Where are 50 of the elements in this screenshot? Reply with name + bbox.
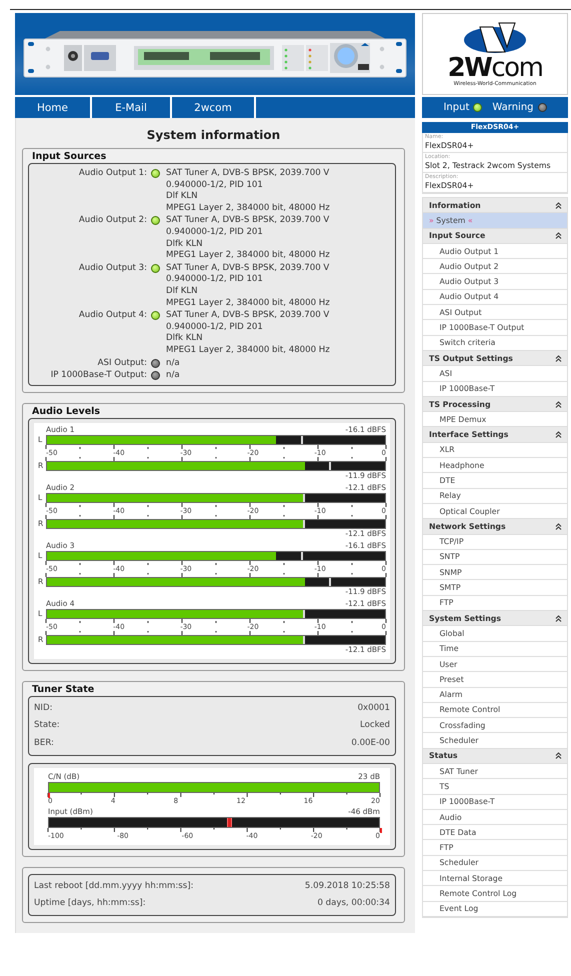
source-detail: Dlfk KLN: [166, 333, 204, 345]
section-title: Tuner State: [31, 682, 96, 696]
source-detail: Dlf KLN: [166, 191, 199, 203]
logo-text: 2Wcom: [448, 55, 542, 81]
collapse-icon[interactable]: [555, 522, 562, 530]
field-value: 0x0001: [358, 702, 390, 715]
source-label: IP 1000Base-T Output:: [50, 370, 148, 382]
field-label: BER:: [34, 736, 54, 750]
source-detail: SAT Tuner A, DVB-S BPSK, 2039.700 V: [166, 168, 330, 180]
field-label: Last reboot [dd.mm.yyyy hh:mm:ss]:: [34, 880, 194, 894]
section-title: Audio Levels: [31, 404, 102, 418]
source-detail: 0.940000-1/2, PID 101: [166, 274, 264, 286]
field-value: Locked: [360, 719, 390, 732]
field-label: Uptime [days, hh:mm:ss]:: [34, 897, 146, 910]
field-value: 0 days, 00:00:34: [317, 897, 390, 910]
field-label: NID:: [34, 702, 52, 715]
source-detail: SAT Tuner A, DVB-S BPSK, 2039.700 V: [166, 310, 330, 322]
source-detail: Dlf KLN: [166, 286, 199, 298]
field-label: State:: [34, 719, 60, 732]
source-detail: 0.940000-1/2, PID 101: [166, 180, 264, 192]
collapse-icon[interactable]: [555, 431, 562, 438]
source-detail: n/a: [166, 370, 180, 382]
status-label: Warning: [492, 102, 534, 113]
source-label: Audio Output 1:: [78, 168, 148, 180]
page-title: System information: [146, 128, 282, 142]
source-label: Audio Output 2:: [78, 215, 148, 227]
source-label: Audio Output 4:: [78, 310, 148, 322]
collapse-icon[interactable]: [555, 752, 562, 760]
source-detail: MPEG1 Layer 2, 384000 bit, 48000 Hz: [166, 202, 330, 214]
collapse-icon[interactable]: [555, 354, 562, 362]
field-value: 5.09.2018 10:25:58: [304, 880, 390, 894]
source-detail: 0.940000-1/2, PID 201: [166, 322, 264, 334]
section-title: Input Sources: [31, 150, 108, 163]
collapse-icon[interactable]: [555, 614, 562, 622]
source-detail: MPEG1 Layer 2, 384000 bit, 48000 Hz: [166, 298, 330, 310]
collapse-icon[interactable]: [555, 400, 562, 408]
collapse-icon[interactable]: [555, 202, 562, 209]
source-detail: 0.940000-1/2, PID 201: [166, 226, 264, 239]
source-label: ASI Output:: [96, 358, 148, 370]
logo-emblem-icon: [463, 21, 527, 55]
source-detail: Dlfk KLN: [166, 238, 204, 250]
source-detail: MPEG1 Layer 2, 384000 bit, 48000 Hz: [166, 250, 330, 262]
status-label: Input: [443, 102, 470, 113]
source-detail: MPEG1 Layer 2, 384000 bit, 48000 Hz: [166, 344, 330, 356]
source-detail: SAT Tuner A, DVB-S BPSK, 2039.700 V: [166, 215, 330, 227]
collapse-icon[interactable]: [555, 232, 562, 240]
source-detail: SAT Tuner A, DVB-S BPSK, 2039.700 V: [166, 262, 330, 274]
field-value: 0.00E-00: [351, 736, 390, 750]
source-detail: n/a: [166, 358, 180, 370]
source-label: Audio Output 3:: [78, 262, 148, 274]
